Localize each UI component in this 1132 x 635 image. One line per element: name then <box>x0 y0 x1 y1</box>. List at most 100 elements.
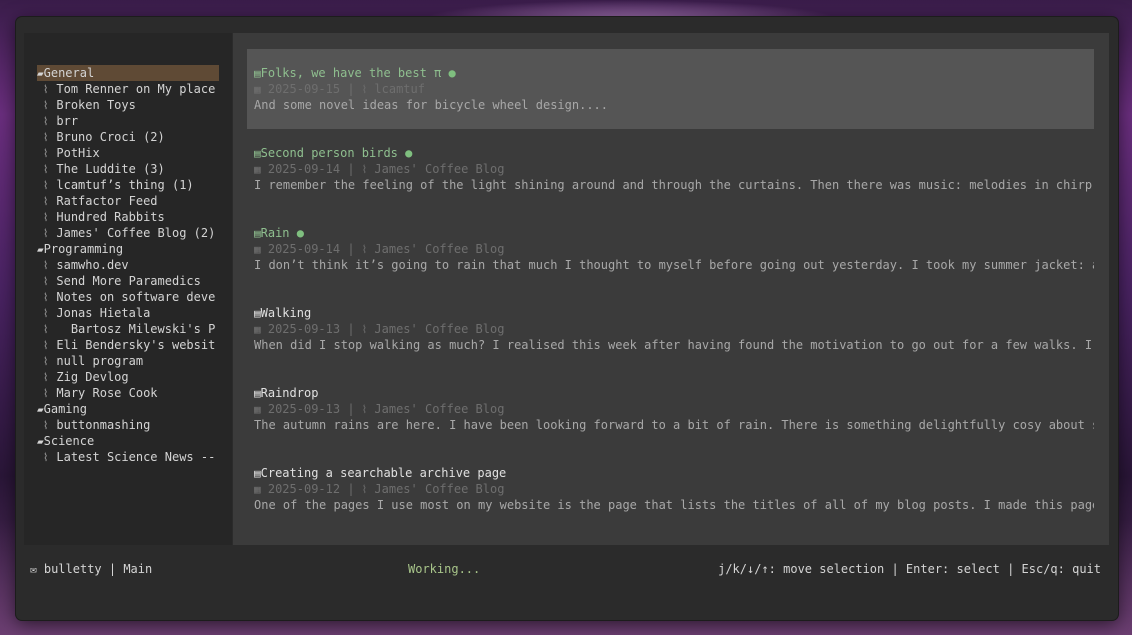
entry-title: Second person birds <box>260 146 398 160</box>
entry-source: James' Coffee Blog <box>374 482 505 496</box>
feed-item[interactable]: ⌇ Bartosz Milewski's P <box>37 321 219 337</box>
feed-item[interactable]: ⌇ lcamtuf’s thing (1) <box>37 177 219 193</box>
entry-item[interactable]: ▤Raindrop ▦ 2025-09-13 | ⌇ James' Coffee … <box>247 369 1094 449</box>
calendar-icon: ▦ <box>254 403 261 416</box>
newspaper-icon: ▤ <box>254 147 261 160</box>
calendar-icon: ▦ <box>254 163 261 176</box>
category-gaming[interactable]: ▰Gaming <box>37 401 219 417</box>
feed-item[interactable]: ⌇ brr <box>37 113 219 129</box>
feed-label: Bartosz Milewski's P <box>56 322 216 336</box>
rss-icon: ⌇ <box>43 147 49 160</box>
entry-title: Walking <box>260 306 312 320</box>
feed-item[interactable]: ⌇ Hundred Rabbits <box>37 209 219 225</box>
unread-dot-icon: ● <box>405 146 413 160</box>
category-label: Gaming <box>43 402 87 416</box>
feed-label: lcamtuf’s thing (1) <box>56 178 194 192</box>
rss-icon: ⌇ <box>43 323 49 336</box>
category-programming[interactable]: ▰Programming <box>37 241 219 257</box>
rss-icon: ⌇ <box>43 307 49 320</box>
feed-item[interactable]: ⌇ Send More Paramedics <box>37 273 219 289</box>
rss-icon: ⌇ <box>43 99 49 112</box>
category-label: Science <box>43 434 95 448</box>
entry-date: 2025-09-12 <box>267 482 341 496</box>
entry-date: 2025-09-15 <box>267 82 341 96</box>
entry-excerpt: I remember the feeling of the light shin… <box>254 178 1094 192</box>
rss-icon: ⌇ <box>361 323 368 336</box>
feed-item[interactable]: ⌇ The Luddite (3) <box>37 161 219 177</box>
newspaper-icon: ▤ <box>254 387 261 400</box>
entry-title: Raindrop <box>260 386 319 400</box>
feed-item[interactable]: ⌇ Mary Rose Cook <box>37 385 219 401</box>
feed-label: null program <box>56 354 144 368</box>
category-science[interactable]: ▰Science <box>37 433 219 449</box>
rss-icon: ⌇ <box>43 227 49 240</box>
feed-item[interactable]: ⌇ Bruno Croci (2) <box>37 129 219 145</box>
entry-content: ▤Walking ▦ 2025-09-13 | ⌇ James' Coffee B… <box>254 305 1094 353</box>
rss-icon: ⌇ <box>43 211 49 224</box>
rss-icon: ⌇ <box>43 291 49 304</box>
meta-separator: | <box>340 322 362 336</box>
category-general[interactable]: ▰General <box>37 65 219 81</box>
feed-item[interactable]: ⌇ Tom Renner on My place <box>37 81 219 97</box>
feed-item[interactable]: ⌇ null program <box>37 353 219 369</box>
entry-meta: ▦ 2025-09-13 | ⌇ James' Coffee Blog <box>254 401 1094 417</box>
entry-item[interactable]: ▤Second person birds ● ▦ 2025-09-14 | ⌇ J… <box>247 129 1094 209</box>
feed-label: The Luddite (3) <box>56 162 165 176</box>
rss-icon: ⌇ <box>361 483 368 496</box>
status-app: ✉ bulletty | Main <box>30 561 152 578</box>
rss-icon: ⌇ <box>43 451 49 464</box>
rss-icon: ⌇ <box>43 371 49 384</box>
rss-icon: ⌇ <box>43 179 49 192</box>
category-label: General <box>43 66 95 80</box>
feed-item[interactable]: ⌇ Ratfactor Feed <box>37 193 219 209</box>
rss-icon: ⌇ <box>43 419 49 432</box>
newspaper-icon: ▤ <box>254 227 261 240</box>
entry-date: 2025-09-13 <box>267 322 341 336</box>
entry-item[interactable]: ▤Folks, we have the best π ● ▦ 2025-09-15… <box>247 49 1094 129</box>
entry-content: ▤Raindrop ▦ 2025-09-13 | ⌇ James' Coffee … <box>254 385 1094 433</box>
feed-item[interactable]: ⌇ Latest Science News -- <box>37 449 219 465</box>
feed-label: Hundred Rabbits <box>56 210 165 224</box>
entry-source: James' Coffee Blog <box>374 242 505 256</box>
keybinding-help: j/k/↓/↑: move selection | Enter: select … <box>718 562 1101 576</box>
entry-source: James' Coffee Blog <box>374 402 505 416</box>
feed-label: PotHix <box>56 146 100 160</box>
mailbox-icon: ✉ <box>30 563 37 576</box>
feed-item[interactable]: ⌇ Eli Bendersky's websit <box>37 337 219 353</box>
feed-item[interactable]: ⌇ Jonas Hietala <box>37 305 219 321</box>
entry-item[interactable]: ▤Creating a searchable archive page ▦ 202… <box>247 449 1094 529</box>
entry-item[interactable]: ▤Walking ▦ 2025-09-13 | ⌇ James' Coffee B… <box>247 289 1094 369</box>
entry-title: Creating a searchable archive page <box>260 466 507 480</box>
entry-date: 2025-09-13 <box>267 402 341 416</box>
unread-dot-icon: ● <box>448 66 456 80</box>
entry-item[interactable]: ▤Rain ● ▦ 2025-09-14 | ⌇ James' Coffee Bl… <box>247 209 1094 289</box>
feed-item[interactable]: ⌇ Zig Devlog <box>37 369 219 385</box>
feed-item[interactable]: ⌇ James' Coffee Blog (2) <box>37 225 219 241</box>
category-label: Programming <box>43 242 124 256</box>
feed-item[interactable]: ⌇ Notes on software deve <box>37 289 219 305</box>
entry-title-line: ▤Creating a searchable archive page <box>254 465 1094 481</box>
entry-content: ▤Creating a searchable archive page ▦ 202… <box>254 465 1094 513</box>
feed-label: Notes on software deve <box>56 290 216 304</box>
entry-excerpt: When did I stop walking as much? I reali… <box>254 338 1094 352</box>
feed-label: James' Coffee Blog (2) <box>56 226 216 240</box>
entry-date: 2025-09-14 <box>267 242 341 256</box>
folder-open-icon: ▰ <box>37 403 44 416</box>
newspaper-icon: ▤ <box>254 67 261 80</box>
meta-separator: | <box>340 242 362 256</box>
entry-title: Folks, we have the best π <box>260 66 442 80</box>
feed-tree: ▰General ⌇ Tom Renner on My place ⌇ Broken T… <box>37 65 219 465</box>
feed-item[interactable]: ⌇ buttonmashing <box>37 417 219 433</box>
entry-title-line: ▤Folks, we have the best π ● <box>254 65 1094 81</box>
entry-title-line: ▤Walking <box>254 305 1094 321</box>
rss-icon: ⌇ <box>43 387 49 400</box>
entry-source: James' Coffee Blog <box>374 162 505 176</box>
feed-label: Ratfactor Feed <box>56 194 158 208</box>
feed-label: Bruno Croci (2) <box>56 130 165 144</box>
feed-label: Send More Paramedics <box>56 274 201 288</box>
feed-item[interactable]: ⌇ PotHix <box>37 145 219 161</box>
rss-icon: ⌇ <box>43 195 49 208</box>
feed-item[interactable]: ⌇ samwho.dev <box>37 257 219 273</box>
feed-item[interactable]: ⌇ Broken Toys <box>37 97 219 113</box>
newspaper-icon: ▤ <box>254 467 261 480</box>
